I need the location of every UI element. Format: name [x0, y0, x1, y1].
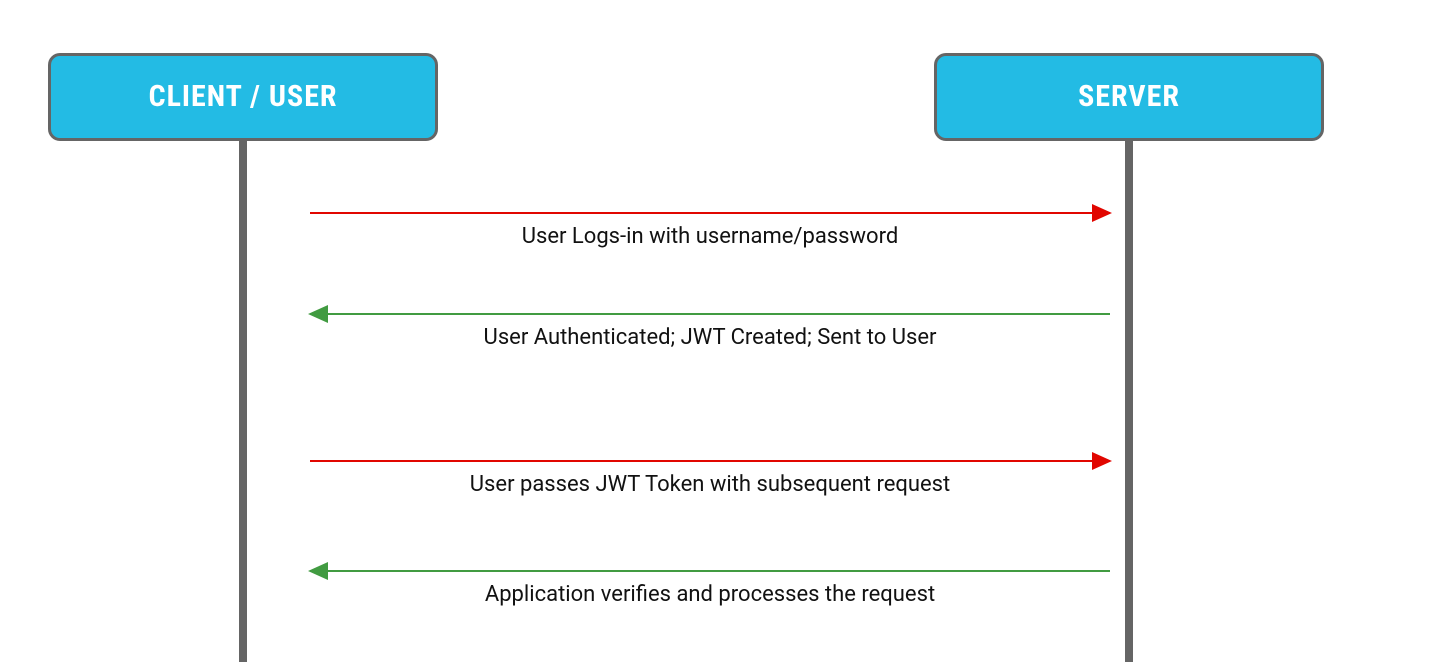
message-auth-response: User Authenticated; JWT Created; Sent to… — [310, 313, 1110, 350]
arrowhead-left-icon — [308, 562, 328, 580]
arrowhead-right-icon — [1092, 204, 1112, 222]
arrowhead-left-icon — [308, 305, 328, 323]
arrowhead-right-icon — [1092, 452, 1112, 470]
message-label: User Logs-in with username/password — [310, 224, 1110, 249]
participant-client: CLIENT / USER — [48, 53, 438, 141]
message-token-request: User passes JWT Token with subsequent re… — [310, 460, 1110, 497]
message-verify-response: Application verifies and processes the r… — [310, 570, 1110, 607]
lifeline-server — [1125, 140, 1133, 662]
message-label: Application verifies and processes the r… — [310, 582, 1110, 607]
arrow-left-icon — [310, 570, 1110, 572]
lifeline-client — [239, 140, 247, 662]
message-label: User Authenticated; JWT Created; Sent to… — [310, 325, 1110, 350]
participant-server: SERVER — [934, 53, 1324, 141]
arrow-right-icon — [310, 460, 1110, 462]
arrow-left-icon — [310, 313, 1110, 315]
arrow-right-icon — [310, 212, 1110, 214]
message-login-request: User Logs-in with username/password — [310, 212, 1110, 249]
message-label: User passes JWT Token with subsequent re… — [310, 472, 1110, 497]
